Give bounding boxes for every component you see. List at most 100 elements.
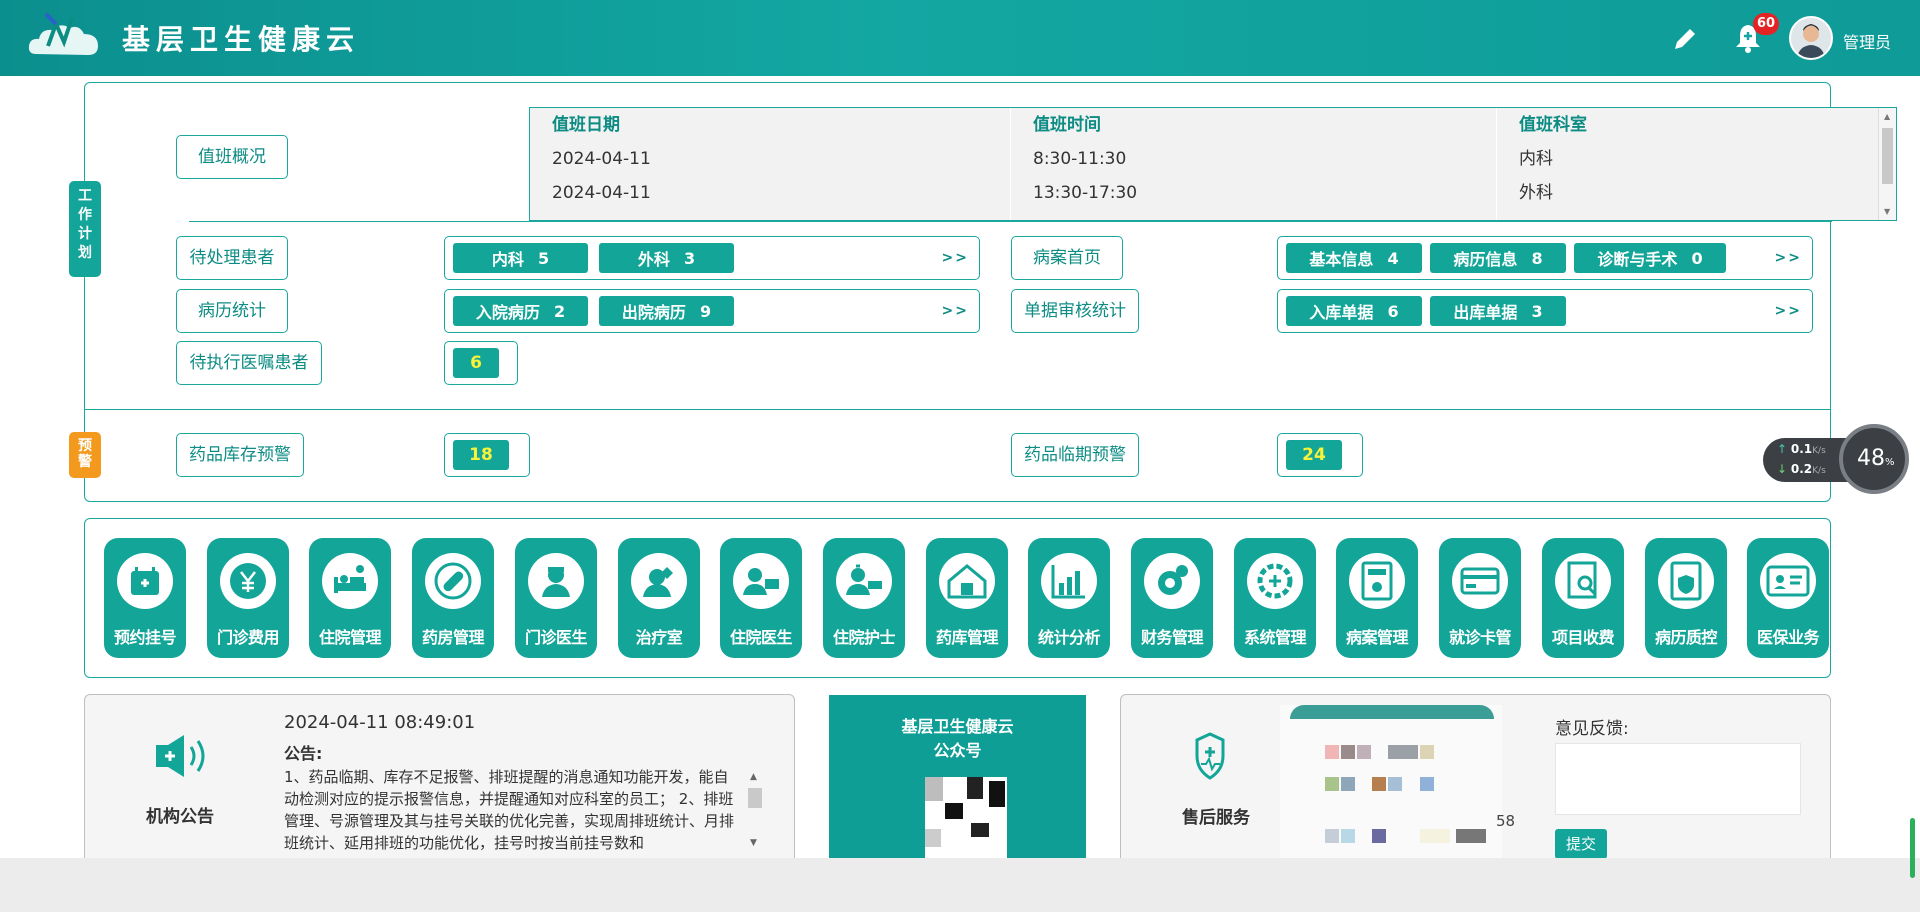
module-tile[interactable]: 药库管理 (926, 538, 1008, 658)
feedback-label: 意见反馈: (1555, 719, 1629, 739)
cloud-logo-icon (28, 12, 99, 55)
duty-table: 值班日期 值班时间 值班科室 2024-04-11 8:30-11:30 内科 … (529, 107, 1897, 221)
calendar-plus-icon (117, 553, 173, 609)
duty-table-scrollbar[interactable]: ▲ ▼ (1878, 108, 1896, 220)
expiry-warning-count[interactable]: 24 (1286, 440, 1342, 470)
after-sales-title: 售后服务 (1182, 808, 1250, 828)
module-tile[interactable]: 统计分析 (1028, 538, 1110, 658)
module-label: 项目收费 (1551, 628, 1615, 647)
module-tile[interactable]: 项目收费 (1542, 538, 1624, 658)
module-tile[interactable]: 病历质控 (1645, 538, 1727, 658)
footer-bar (0, 858, 1920, 912)
duty-row2-dept: 外科 (1519, 183, 1553, 203)
pill-count: 4 (1387, 248, 1399, 268)
doctor-desk-icon (733, 553, 789, 609)
pill-count: 2 (553, 301, 566, 321)
yen-icon (220, 553, 276, 609)
module-tile[interactable]: 财务管理 (1131, 538, 1213, 658)
card-icon (1452, 553, 1508, 609)
pending-orders-count[interactable]: 6 (453, 348, 499, 378)
module-tile[interactable]: 治疗室 (618, 538, 700, 658)
pill-label: 外科 (637, 250, 670, 269)
qr-code-image[interactable] (925, 777, 1007, 858)
duty-row2-time: 13:30-17:30 (1033, 183, 1138, 203)
finance-gear-icon (1144, 553, 1200, 609)
feedback-textarea[interactable] (1555, 743, 1801, 815)
doctor-icon (528, 553, 584, 609)
pill-label: 出库单据 (1453, 303, 1518, 322)
module-label: 就诊卡管 (1448, 628, 1512, 647)
announcement-heading: 公告: (284, 744, 323, 763)
pill-label: 诊断与手术 (1597, 250, 1678, 269)
duty-row1-time: 8:30-11:30 (1033, 149, 1127, 169)
notification-count-badge: 60 (1753, 13, 1780, 35)
case-home-more-link[interactable]: >> (1775, 237, 1802, 279)
feedback-submit-button[interactable]: 提交 (1555, 829, 1607, 859)
pending-patients-more-link[interactable]: >> (942, 237, 969, 279)
doc-audit-more-link[interactable]: >> (1775, 290, 1802, 332)
module-tile[interactable]: 系统管理 (1234, 538, 1316, 658)
module-label: 系统管理 (1243, 628, 1307, 647)
doc-audit-label[interactable]: 单据审核统计 (1011, 289, 1139, 333)
edit-pencil-icon[interactable] (1671, 25, 1699, 53)
memory-percent: 48 (1857, 446, 1885, 471)
pending-surgery-pill[interactable]: 外科 3 (599, 243, 734, 273)
record-stats-more-link[interactable]: >> (942, 290, 969, 332)
bar-chart-icon (1041, 553, 1097, 609)
case-diagnosis-pill[interactable]: 诊断与手术 0 (1574, 243, 1726, 273)
module-tile[interactable]: 住院医生 (720, 538, 802, 658)
stock-warning-label[interactable]: 药品库存预警 (176, 433, 304, 477)
case-file-icon (1349, 553, 1405, 609)
pill-count: 6 (1387, 301, 1399, 321)
user-name[interactable]: 管理员 (1843, 29, 1891, 53)
module-tile[interactable]: 住院管理 (309, 538, 391, 658)
stock-warning-count[interactable]: 18 (453, 440, 509, 470)
user-avatar[interactable] (1789, 16, 1833, 60)
module-label: 病案管理 (1345, 628, 1409, 647)
module-tile[interactable]: 药房管理 (412, 538, 494, 658)
network-speed-widget[interactable]: ↑ 0.1K/s ↓ 0.2K/s 48% (1763, 424, 1911, 494)
announcement-body: 1、药品临期、库存不足报警、排班提醒的消息通知功能开发，能自动检测对应的提示报警… (284, 768, 735, 852)
pill-label: 出院病历 (621, 303, 686, 322)
module-label: 医保业务 (1756, 628, 1820, 647)
nurse-desk-icon (836, 553, 892, 609)
after-sales-contact-area: 58 (1280, 705, 1515, 858)
work-plan-panel: 工作计划 值班概况 值班日期 值班时间 值班科室 2024-04-11 8:30… (69, 82, 1897, 502)
module-label: 统计分析 (1037, 628, 1101, 647)
module-label: 门诊医生 (524, 628, 588, 647)
outbound-doc-pill[interactable]: 出库单据 3 (1430, 296, 1566, 326)
record-stats-box: 入院病历 2 出院病历 9 >> (444, 289, 980, 333)
module-tile[interactable]: 预约挂号 (104, 538, 186, 658)
case-record-info-pill[interactable]: 病历信息 8 (1430, 243, 1566, 273)
pill-count: 0 (1691, 248, 1703, 268)
nurse-icon (631, 553, 687, 609)
work-plan-tag: 工作计划 (69, 181, 101, 277)
expiry-warning-label[interactable]: 药品临期预警 (1011, 433, 1139, 477)
pill-count: 8 (1531, 248, 1543, 268)
stock-warning-box: 18 (444, 433, 530, 477)
announcement-scrollbar[interactable]: ▲ ▼ (748, 772, 762, 858)
inbound-doc-pill[interactable]: 入库单据 6 (1286, 296, 1422, 326)
duty-row2-date: 2024-04-11 (552, 183, 651, 203)
id-card-icon (1760, 553, 1816, 609)
module-tile[interactable]: 就诊卡管 (1439, 538, 1521, 658)
duty-overview-label[interactable]: 值班概况 (176, 135, 288, 179)
module-tile[interactable]: 住院护士 (823, 538, 905, 658)
module-tile[interactable]: 门诊费用 (207, 538, 289, 658)
module-label: 预约挂号 (113, 628, 177, 647)
duty-col-dept: 值班科室 (1519, 115, 1587, 135)
admission-record-pill[interactable]: 入院病历 2 (453, 296, 588, 326)
case-basic-info-pill[interactable]: 基本信息 4 (1286, 243, 1422, 273)
pending-patients-label[interactable]: 待处理患者 (176, 236, 288, 280)
case-home-label[interactable]: 病案首页 (1011, 236, 1123, 280)
shield-heart-icon (1195, 732, 1225, 780)
discharge-record-pill[interactable]: 出院病历 9 (599, 296, 734, 326)
pending-orders-label[interactable]: 待执行医嘱患者 (176, 341, 322, 385)
record-stats-label[interactable]: 病历统计 (176, 289, 288, 333)
page-scroll-indicator[interactable] (1910, 818, 1915, 878)
module-tile[interactable]: 病案管理 (1336, 538, 1418, 658)
module-tile[interactable]: 医保业务 (1747, 538, 1829, 658)
pending-internal-pill[interactable]: 内科 5 (453, 243, 588, 273)
module-label: 住院医生 (729, 628, 793, 647)
module-tile[interactable]: 门诊医生 (515, 538, 597, 658)
